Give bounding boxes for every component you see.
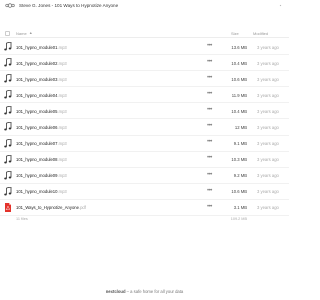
file-size: 12 MB	[234, 124, 247, 130]
audio-file-icon	[4, 154, 12, 164]
file-row[interactable]: 101_hypno_module07.mp3 ••• 9.1 MB 3 year…	[0, 136, 289, 152]
file-size: 13.6 MB	[231, 44, 247, 50]
select-all-checkbox[interactable]	[5, 30, 10, 36]
file-name[interactable]: 101_hypno_module02.mp3	[16, 61, 67, 66]
audio-file-icon	[4, 122, 12, 131]
file-extension: .mp3	[57, 157, 67, 163]
footer: nextcloud – a safe home for all your dat…	[0, 289, 289, 294]
file-name[interactable]: 101_hypno_module01.mp3	[16, 45, 67, 50]
file-modified: 3 years ago	[257, 141, 279, 147]
file-size: 9.1 MB	[233, 141, 247, 147]
file-size: 3.1 MB	[233, 205, 247, 211]
file-actions-icon[interactable]: •••	[207, 43, 212, 49]
file-modified: 3 years ago	[257, 189, 279, 195]
file-row[interactable]: 101_hypno_module06.mp3 ••• 12 MB 3 years…	[0, 119, 289, 136]
file-name[interactable]: 101_hypno_module04.mp3	[16, 93, 67, 98]
file-actions-icon[interactable]: •••	[207, 139, 212, 145]
file-size: 10.4 MB	[231, 60, 247, 66]
file-size: 10.6 MB	[231, 76, 247, 82]
file-list-summary: 11 files 109.2 MB	[0, 214, 289, 226]
audio-file-icon	[4, 186, 12, 196]
file-row[interactable]: 101_hypno_module03.mp3 ••• 10.6 MB 3 yea…	[0, 71, 289, 88]
audio-file-icon	[4, 58, 12, 67]
file-modified: 3 years ago	[257, 173, 279, 179]
breadcrumb[interactable]: Steve G. Jones - 101 Ways to Hypnotize A…	[19, 1, 118, 10]
file-actions-icon[interactable]: •••	[207, 204, 212, 210]
file-modified: 3 years ago	[257, 60, 279, 66]
file-name[interactable]: 101_hypno_module09.mp3	[16, 173, 67, 178]
file-actions-icon[interactable]: •••	[207, 59, 212, 65]
file-modified: 3 years ago	[257, 76, 279, 82]
sort-ascending-icon[interactable]: ▲	[29, 31, 33, 35]
file-name[interactable]: 101_hypno_module06.mp3	[16, 125, 67, 130]
file-size: 10.6 MB	[231, 189, 247, 195]
file-modified: 3 years ago	[257, 124, 279, 130]
nextcloud-logo-icon[interactable]	[5, 2, 15, 9]
audio-file-icon	[4, 170, 12, 180]
file-size: 9.2 MB	[233, 173, 247, 179]
file-row[interactable]: 101_hypno_module05.mp3 ••• 10.4 MB 3 yea…	[0, 103, 289, 120]
file-name[interactable]: 101_hypno_module03.mp3	[16, 77, 67, 82]
file-actions-icon[interactable]: •••	[207, 123, 212, 129]
file-size: 10.3 MB	[231, 157, 247, 163]
file-extension: .mp3	[57, 141, 67, 147]
audio-file-icon	[4, 74, 12, 83]
audio-file-icon	[4, 42, 12, 51]
file-name[interactable]: 101_hypno_module08.mp3	[16, 157, 67, 162]
file-actions-icon[interactable]: •••	[207, 172, 212, 178]
file-count: 11 files	[16, 217, 28, 221]
total-size: 109.2 MB	[230, 217, 247, 221]
file-name[interactable]: 101_Ways_to_Hypnotize_Anyone.pdf	[16, 205, 86, 210]
file-modified: 3 years ago	[257, 44, 279, 50]
file-extension: .mp3	[57, 76, 67, 82]
file-name[interactable]: 101_hypno_module10.mp3	[16, 189, 67, 194]
file-actions-icon[interactable]: •••	[207, 75, 212, 81]
file-modified: 3 years ago	[257, 205, 279, 211]
file-row[interactable]: 101_hypno_module10.mp3 ••• 10.6 MB 3 yea…	[0, 184, 289, 200]
file-size: 11.9 MB	[231, 92, 247, 98]
file-actions-icon[interactable]: •••	[207, 188, 212, 194]
file-row[interactable]: 101_hypno_module02.mp3 ••• 10.4 MB 3 yea…	[0, 55, 289, 72]
file-extension: .pdf	[78, 205, 86, 211]
file-extension: .mp3	[57, 60, 67, 66]
footer-tagline: – a safe home for all your data	[125, 289, 184, 294]
file-extension: .mp3	[57, 124, 67, 130]
column-name-header[interactable]: Name	[16, 31, 27, 36]
file-row[interactable]: 101_hypno_module09.mp3 ••• 9.2 MB 3 year…	[0, 168, 289, 184]
file-modified: 3 years ago	[257, 92, 279, 98]
file-actions-icon[interactable]: •••	[207, 107, 212, 113]
file-list-header: Name ▲ Size Modified	[0, 28, 289, 39]
file-row[interactable]: 101_hypno_module01.mp3 ••• 13.6 MB 3 yea…	[0, 39, 289, 56]
file-modified: 3 years ago	[257, 157, 279, 163]
file-extension: .mp3	[57, 189, 67, 195]
file-extension: .mp3	[57, 108, 67, 114]
file-row[interactable]: 101_hypno_module08.mp3 ••• 10.3 MB 3 yea…	[0, 152, 289, 168]
file-actions-icon[interactable]: •••	[207, 91, 212, 97]
column-size-header[interactable]: Size	[231, 31, 239, 36]
file-size: 10.4 MB	[231, 108, 247, 114]
audio-file-icon	[4, 90, 12, 99]
file-name[interactable]: 101_hypno_module07.mp3	[16, 141, 67, 146]
header-menu-icon[interactable]	[278, 3, 283, 8]
file-extension: .mp3	[57, 173, 67, 179]
file-modified: 3 years ago	[257, 108, 279, 114]
audio-file-icon	[4, 106, 12, 115]
file-extension: .mp3	[57, 92, 67, 98]
pdf-file-icon	[5, 202, 11, 212]
file-list: 101_hypno_module01.mp3 ••• 13.6 MB 3 yea…	[0, 39, 289, 217]
file-actions-icon[interactable]: •••	[207, 155, 212, 161]
column-modified-header[interactable]: Modified	[253, 31, 268, 36]
footer-brand-link[interactable]: nextcloud	[106, 289, 126, 294]
file-extension: .mp3	[57, 44, 67, 50]
file-name[interactable]: 101_hypno_module05.mp3	[16, 109, 67, 114]
audio-file-icon	[4, 138, 12, 148]
file-row[interactable]: 101_hypno_module04.mp3 ••• 11.9 MB 3 yea…	[0, 87, 289, 104]
